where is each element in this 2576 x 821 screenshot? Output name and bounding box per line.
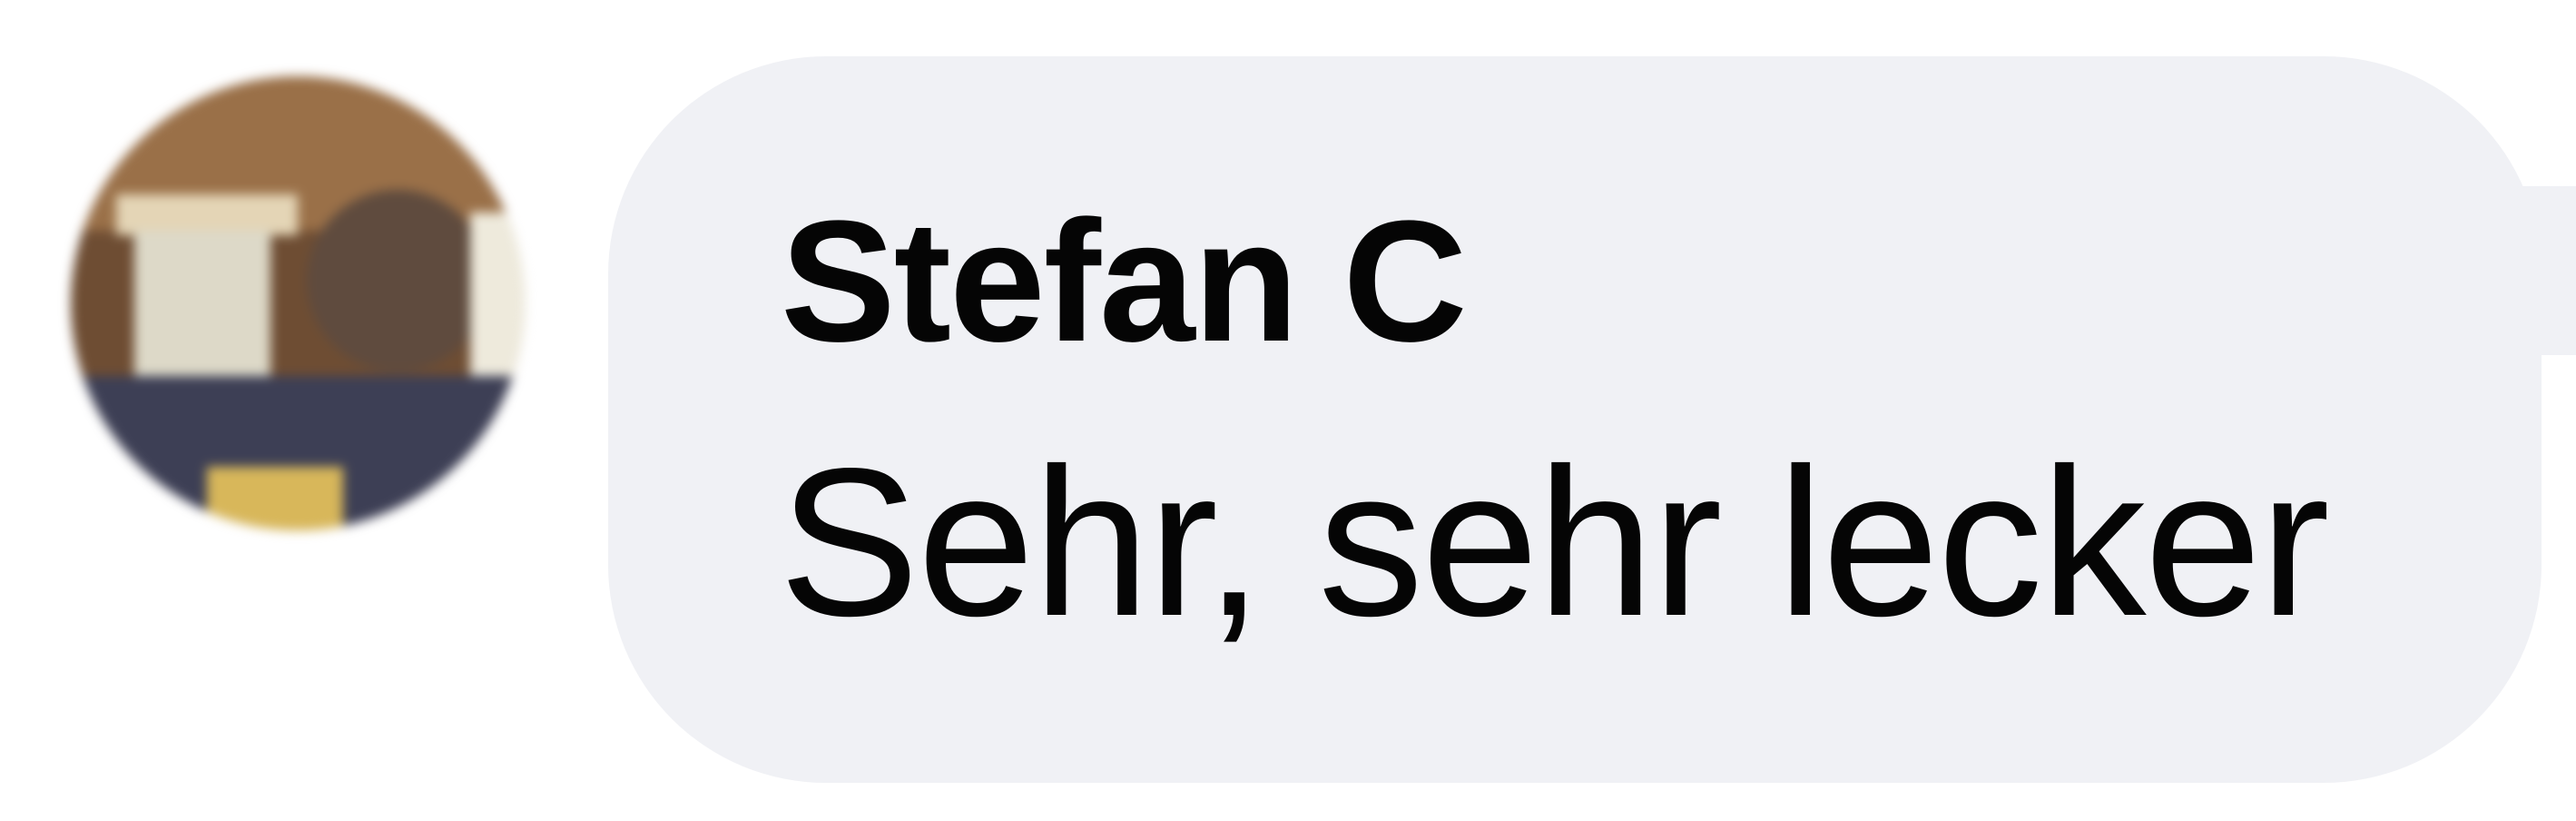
comment-bubble[interactable] [608,56,2542,783]
profile-photo-icon [71,76,525,530]
comment-text: Sehr, sehr lecker [779,425,2330,660]
comment-row: Stefan C Sehr, sehr lecker [0,0,2576,821]
avatar[interactable] [71,76,525,530]
author-name-container[interactable]: Stefan C [781,195,1550,368]
author-name[interactable]: Stefan C [781,195,1468,368]
bubble-edge [2487,186,2576,355]
